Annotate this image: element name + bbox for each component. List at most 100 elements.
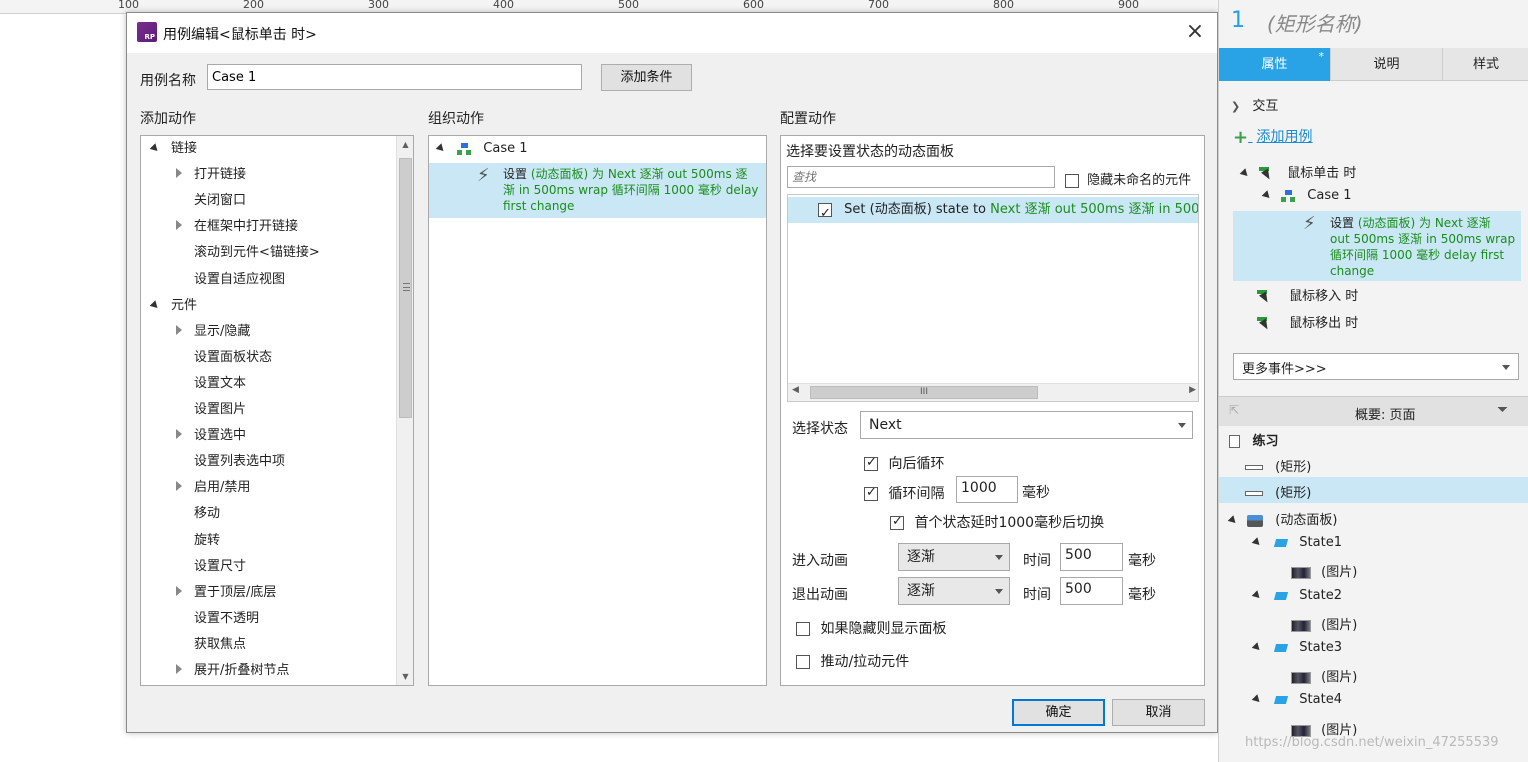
scrollbar-thumb[interactable] bbox=[399, 158, 412, 418]
interval-input[interactable]: 1000 bbox=[956, 476, 1018, 503]
outline-state-4[interactable]: State4 bbox=[1251, 692, 1342, 707]
action-item[interactable]: 关闭窗口 bbox=[176, 188, 246, 214]
expand-icon[interactable] bbox=[176, 664, 182, 674]
hide-unnamed-option[interactable]: 隐藏未命名的元件 bbox=[1065, 169, 1191, 188]
expand-icon[interactable] bbox=[176, 585, 182, 596]
action-item[interactable]: 设置列表选中项 bbox=[176, 449, 285, 475]
add-condition-button[interactable]: 添加条件 bbox=[601, 64, 692, 91]
tab-notes[interactable]: 说明 bbox=[1331, 48, 1443, 81]
expand-icon[interactable] bbox=[176, 168, 182, 179]
interval-option[interactable]: 循环间隔 bbox=[864, 483, 944, 503]
show-if-hidden-option[interactable]: 如果隐藏则显示面板 bbox=[796, 618, 946, 638]
outline-image[interactable]: (图片) bbox=[1291, 614, 1357, 633]
collapse-icon[interactable] bbox=[1227, 515, 1239, 526]
outline-dynamic-panel[interactable]: (动态面板) bbox=[1227, 509, 1337, 528]
action-item[interactable]: 置于顶层/底层 bbox=[176, 580, 276, 606]
enter-animation-dropdown[interactable]: 逐渐 bbox=[898, 543, 1010, 571]
close-icon[interactable]: × bbox=[1183, 21, 1207, 45]
scroll-left-icon[interactable]: ◀ bbox=[792, 385, 799, 395]
exit-time-input[interactable]: 500 bbox=[1060, 577, 1123, 605]
hscroll-thumb[interactable]: III bbox=[810, 386, 1038, 399]
event-mouse-leave[interactable]: 鼠标移出 时 bbox=[1257, 312, 1358, 331]
action-item[interactable]: 滚动到元件<锚链接> bbox=[176, 240, 320, 266]
panel-list-row[interactable]: Set (动态面板) state to Next 逐渐 out 500ms 逐渐… bbox=[788, 197, 1198, 223]
wrap-checkbox[interactable] bbox=[864, 455, 878, 471]
action-item[interactable]: 设置选中 bbox=[176, 423, 246, 449]
ok-button[interactable]: 确定 bbox=[1012, 699, 1105, 726]
exit-animation-dropdown[interactable]: 逐渐 bbox=[898, 577, 1010, 605]
outline-page[interactable]: 练习 bbox=[1229, 430, 1279, 449]
action-item[interactable]: 设置不透明 bbox=[176, 606, 259, 632]
more-events-dropdown[interactable]: 更多事件>>> bbox=[1233, 353, 1519, 380]
action-item[interactable]: 旋转 bbox=[176, 528, 220, 554]
outline-state-1[interactable]: State1 bbox=[1251, 535, 1342, 550]
horizontal-scrollbar[interactable]: ◀ III ▶ bbox=[788, 383, 1198, 401]
tab-style[interactable]: 样式 bbox=[1443, 48, 1528, 81]
first-delay-checkbox[interactable] bbox=[890, 514, 904, 530]
case-node[interactable]: Case 1 bbox=[435, 136, 528, 162]
selected-action[interactable]: ⚡ 设置 (动态面板) 为 Next 逐渐 out 500ms 逐 渐 in 5… bbox=[429, 163, 766, 218]
expand-icon[interactable] bbox=[176, 429, 182, 440]
collapse-icon[interactable] bbox=[1261, 190, 1273, 201]
action-item[interactable]: 在框架中打开链接 bbox=[176, 214, 298, 240]
expand-icon[interactable] bbox=[176, 481, 182, 492]
action-item[interactable]: 设置文本 bbox=[176, 371, 246, 397]
collapse-icon[interactable] bbox=[1251, 694, 1263, 705]
widget-name[interactable]: (矩形名称) bbox=[1267, 8, 1363, 37]
expand-icon[interactable] bbox=[176, 220, 182, 231]
search-input[interactable] bbox=[787, 166, 1055, 188]
interaction-section[interactable]: ❯ 交互 bbox=[1231, 95, 1278, 114]
first-delay-option[interactable]: 首个状态延时1000毫秒后切换 bbox=[890, 512, 1104, 532]
scroll-down-icon[interactable]: ▼ bbox=[397, 668, 413, 685]
action-item[interactable]: 打开链接 bbox=[176, 162, 246, 188]
action-item[interactable]: 设置自适应视图 bbox=[176, 267, 285, 293]
add-case-link[interactable]: + 添加用例 bbox=[1233, 126, 1313, 148]
action-item[interactable]: 启用/禁用 bbox=[176, 475, 250, 501]
scroll-up-icon[interactable]: ▲ bbox=[397, 136, 413, 153]
tree-group[interactable]: 元件 bbox=[149, 293, 197, 319]
action-item[interactable]: 设置尺寸 bbox=[176, 554, 246, 580]
action-item[interactable]: 移动 bbox=[176, 501, 220, 527]
case-name-input[interactable] bbox=[207, 64, 582, 90]
event-mouse-enter[interactable]: 鼠标移入 时 bbox=[1257, 285, 1358, 304]
action-item-label: 设置面板状态 bbox=[194, 349, 273, 365]
filter-icon[interactable]: ⏷ bbox=[1497, 402, 1508, 418]
event-click[interactable]: 鼠标单击 时 bbox=[1239, 162, 1356, 181]
collapse-icon[interactable] bbox=[1239, 168, 1251, 179]
interval-checkbox[interactable] bbox=[864, 485, 878, 501]
select-state-dropdown[interactable]: Next bbox=[860, 411, 1193, 439]
vertical-scrollbar[interactable]: ▲ ▼ bbox=[396, 136, 413, 685]
side-case-node[interactable]: Case 1 bbox=[1261, 188, 1352, 203]
collapse-icon[interactable] bbox=[1251, 537, 1263, 548]
expand-icon[interactable] bbox=[176, 324, 182, 335]
outline-image[interactable]: (图片) bbox=[1291, 666, 1357, 685]
action-item[interactable]: 获取焦点 bbox=[176, 632, 246, 658]
panel-row-checkbox[interactable] bbox=[818, 201, 832, 223]
side-selected-action[interactable]: ⚡ 设置 (动态面板) 为 Next 逐渐 out 500ms 逐渐 in 50… bbox=[1233, 211, 1521, 281]
outline-rect-1[interactable]: (矩形) bbox=[1245, 456, 1311, 475]
scroll-right-icon[interactable]: ▶ bbox=[1189, 385, 1196, 395]
tree-group[interactable]: 链接 bbox=[149, 136, 197, 162]
collapse-icon[interactable] bbox=[149, 299, 161, 311]
collapse-icon[interactable] bbox=[1251, 590, 1263, 601]
push-widgets-checkbox[interactable] bbox=[796, 655, 810, 669]
tab-properties[interactable]: 属性 * bbox=[1219, 48, 1331, 81]
collapse-icon[interactable] bbox=[435, 143, 447, 154]
enter-time-input[interactable]: 500 bbox=[1060, 543, 1123, 571]
action-item[interactable]: 显示/隐藏 bbox=[176, 319, 250, 345]
wrap-option[interactable]: 向后循环 bbox=[864, 453, 944, 473]
outline-state-3[interactable]: State3 bbox=[1251, 640, 1342, 655]
cancel-button[interactable]: 取消 bbox=[1112, 699, 1205, 726]
hide-unnamed-checkbox[interactable] bbox=[1065, 173, 1079, 188]
collapse-icon[interactable] bbox=[1251, 642, 1263, 653]
collapse-icon[interactable] bbox=[149, 143, 161, 154]
outline-state-2[interactable]: State2 bbox=[1251, 588, 1342, 603]
action-item[interactable]: 设置图片 bbox=[176, 397, 246, 423]
action-item[interactable]: 设置面板状态 bbox=[176, 345, 272, 371]
push-widgets-option[interactable]: 推动/拉动元件 bbox=[796, 651, 909, 671]
outline-rect-2[interactable]: (矩形) bbox=[1245, 482, 1311, 501]
action-item[interactable]: 展开/折叠树节点 bbox=[176, 658, 289, 684]
collapse-arrow-icon[interactable]: ⇱ bbox=[1229, 403, 1239, 417]
outline-image[interactable]: (图片) bbox=[1291, 561, 1357, 580]
show-if-hidden-checkbox[interactable] bbox=[796, 622, 810, 636]
